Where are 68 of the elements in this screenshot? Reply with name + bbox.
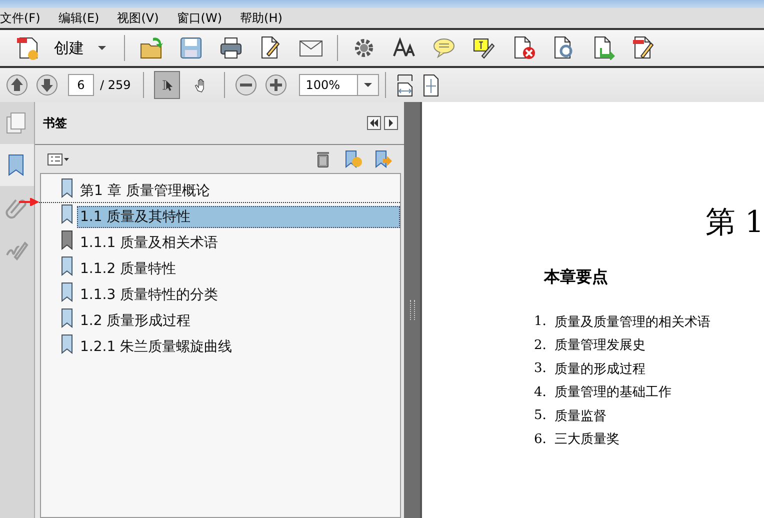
bookmark-icon[interactable] <box>61 230 73 250</box>
trash-icon[interactable] <box>314 150 332 168</box>
text-pencil-icon[interactable] <box>472 36 496 60</box>
list-number: 6. <box>534 432 546 447</box>
caret-icon <box>98 46 106 50</box>
list-number: 4. <box>534 384 546 400</box>
panel-title: 书签 <box>43 114 68 132</box>
fit-width-icon[interactable] <box>396 74 414 96</box>
chapter-heading: 第 1 <box>705 204 764 242</box>
list-number: 5. <box>534 408 546 424</box>
list-text: 质量管理发展史 <box>554 337 646 354</box>
menu-item[interactable]: 窗口(W) <box>176 10 230 26</box>
print-icon[interactable] <box>219 36 243 60</box>
bookmark-item[interactable]: 1.2 质量形成过程 <box>77 310 400 332</box>
bookmark-icon[interactable] <box>61 204 73 224</box>
right-triangle-icon <box>387 119 395 127</box>
menu-item[interactable]: 帮助(H) <box>240 10 290 26</box>
bookmark-icon[interactable] <box>61 334 73 354</box>
bookmark-arrow-icon[interactable] <box>374 150 392 168</box>
speech-bubble-icon[interactable] <box>432 36 456 60</box>
bookmark-icon[interactable] <box>61 282 73 302</box>
list-number: 2. <box>534 338 546 353</box>
zoom-out-button[interactable] <box>234 74 257 96</box>
page-number-field[interactable]: 6 <box>68 74 94 96</box>
fit-page-icon[interactable] <box>422 74 440 96</box>
bookmark-item[interactable]: 1.1.1 质量及相关术语 <box>77 232 400 254</box>
up-arrow-button[interactable] <box>6 74 28 96</box>
select-tool-button[interactable] <box>154 71 180 99</box>
bookmark-item[interactable]: 1.1 质量及其特性 <box>77 206 400 228</box>
bookmark-icon[interactable] <box>61 256 73 276</box>
pointer-arrow-icon <box>19 198 39 206</box>
list-text: 质量管理的基础工作 <box>554 384 672 402</box>
zoom-in-button[interactable] <box>264 74 287 96</box>
new-bookmark-icon[interactable] <box>344 150 362 168</box>
menu-item[interactable]: 编辑(E) <box>58 10 108 26</box>
create-button[interactable]: 创建 <box>4 35 118 61</box>
page-count: / 259 <box>100 78 131 92</box>
menu-item[interactable]: 视图(V) <box>117 10 167 26</box>
down-arrow-button[interactable] <box>36 74 58 96</box>
options-menu-icon[interactable] <box>47 152 69 166</box>
list-number: 1. <box>534 314 546 330</box>
list-text: 质量的形成过程 <box>554 360 646 378</box>
section-title: 本章要点 <box>544 267 609 288</box>
list-text: 质量及质量管理的相关术语 <box>554 314 710 331</box>
bookmark-icon[interactable] <box>61 178 73 198</box>
bookmark-item[interactable]: 1.1.3 质量特性的分类 <box>77 284 400 306</box>
bookmark-tab[interactable] <box>0 144 34 186</box>
bookmark-item[interactable]: 第1 章 质量管理概论 <box>77 180 400 202</box>
double-left-arrow-icon <box>370 119 378 127</box>
menu-item[interactable]: 文件(F) <box>0 10 48 26</box>
list-text: 三大质量奖 <box>554 431 620 448</box>
open-folder-icon[interactable] <box>139 36 163 60</box>
caret-icon <box>364 83 372 87</box>
document-arrow-icon[interactable] <box>592 36 616 60</box>
settings-icon[interactable] <box>352 36 376 60</box>
bookmark-item[interactable]: 1.2.1 朱兰质量螺旋曲线 <box>77 336 400 358</box>
list-number: 3. <box>534 361 546 376</box>
list-text: 质量监督 <box>554 408 606 425</box>
expand-button[interactable] <box>384 116 398 130</box>
document-delete-icon[interactable] <box>512 36 536 60</box>
save-icon[interactable] <box>179 36 203 60</box>
document-star-icon <box>16 35 40 61</box>
bookmark-icon[interactable] <box>61 308 73 328</box>
collapse-button[interactable] <box>367 116 381 130</box>
zoom-field[interactable]: 100% <box>298 74 357 96</box>
bookmark-item[interactable]: 1.1.2 质量特性 <box>77 258 400 280</box>
zoom-dropdown-button[interactable] <box>356 74 379 96</box>
document-pencil-icon[interactable] <box>632 36 656 60</box>
